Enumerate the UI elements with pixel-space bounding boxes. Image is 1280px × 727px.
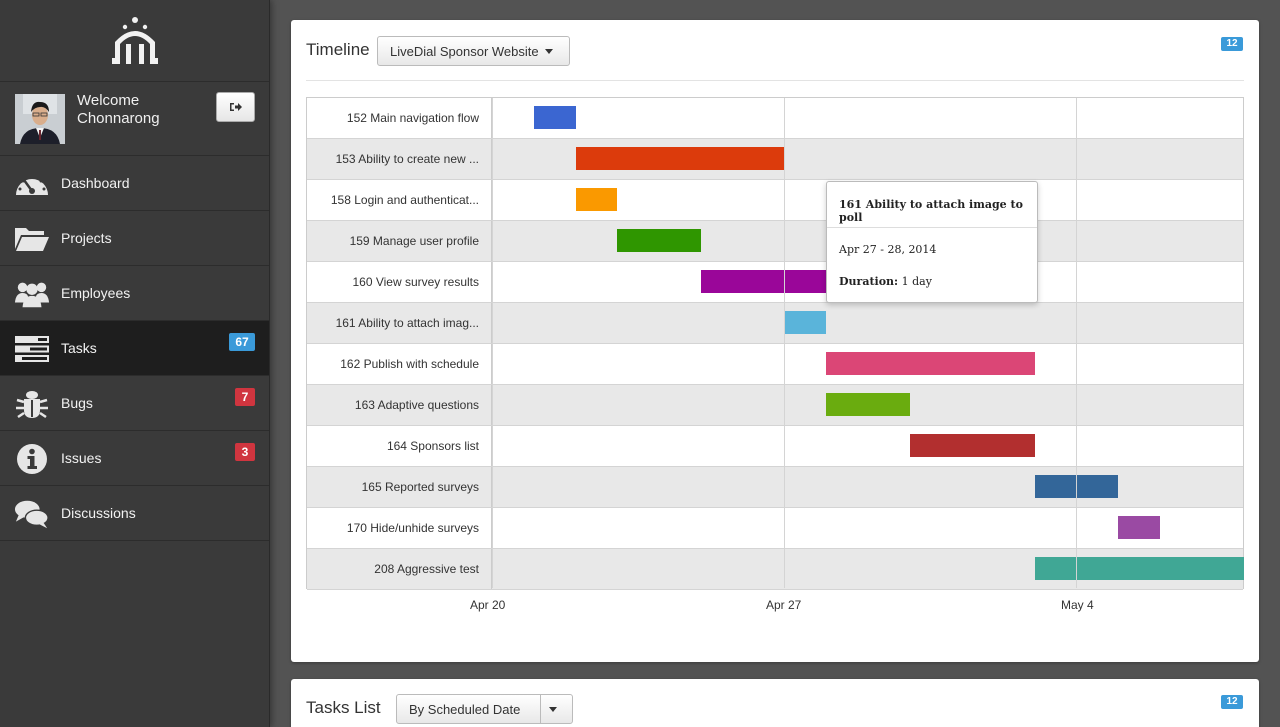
task-bar[interactable]	[784, 311, 826, 334]
task-bar[interactable]	[1118, 516, 1160, 539]
task-tooltip: 161 Ability to attach image to poll Apr …	[826, 181, 1038, 303]
task-label[interactable]: 158 Login and authenticat...	[307, 180, 492, 220]
task-bar[interactable]	[826, 352, 1035, 375]
user-photo-icon	[15, 94, 65, 144]
tooltip-duration-label: Duration:	[839, 275, 899, 288]
gantt-row: 165 Reported surveys	[307, 467, 1243, 508]
task-label[interactable]: 164 Sponsors list	[307, 426, 492, 466]
task-label[interactable]: 162 Publish with schedule	[307, 344, 492, 384]
logo-icon	[112, 17, 158, 64]
chat-icon	[14, 496, 50, 532]
task-bar[interactable]	[1034, 557, 1244, 580]
bug-icon	[14, 386, 50, 422]
task-bar[interactable]	[533, 106, 576, 129]
task-label[interactable]: 208 Aggressive test	[307, 549, 492, 589]
task-bar[interactable]	[909, 434, 1035, 457]
tooltip-title: 161 Ability to attach image to poll	[839, 198, 1023, 224]
sidebar-item-label: Bugs	[61, 395, 93, 411]
dashboard-icon	[14, 166, 50, 202]
gantt-row: 158 Login and authenticat...	[307, 180, 1243, 221]
caret-down-icon[interactable]	[549, 707, 557, 712]
task-bar[interactable]	[826, 393, 910, 416]
task-label[interactable]: 163 Adaptive questions	[307, 385, 492, 425]
avatar[interactable]	[15, 94, 65, 144]
logout-icon	[229, 103, 242, 111]
gantt-chart: 152 Main navigation flow 153 Ability to c…	[306, 97, 1244, 590]
sidebar-item-bugs[interactable]: Bugs 7	[0, 376, 269, 431]
tasks-count-badge: 67	[229, 333, 255, 351]
tooltip-duration-value: 1 day	[901, 275, 932, 288]
sidebar-item-discussions[interactable]: Discussions	[0, 486, 269, 541]
axis-label-apr-27: Apr 27	[766, 598, 802, 612]
gridline	[784, 98, 785, 588]
user-panel: Welcome Chonnarong	[0, 82, 269, 156]
info-icon	[14, 441, 50, 477]
dropdown-divider	[540, 695, 541, 723]
task-label[interactable]: 161 Ability to attach imag...	[307, 303, 492, 343]
sort-dropdown-label: By Scheduled Date	[409, 701, 521, 717]
sidebar-item-label: Projects	[61, 230, 112, 246]
tooltip-divider	[827, 227, 1037, 228]
tasks-list-panel: Tasks List By Scheduled Date 12	[291, 679, 1259, 727]
gantt-row: 161 Ability to attach imag...	[307, 303, 1243, 344]
gantt-row: 152 Main navigation flow	[307, 98, 1243, 139]
app-logo[interactable]	[0, 0, 269, 82]
gantt-row: 163 Adaptive questions	[307, 385, 1243, 426]
tasks-list-count-badge: 12	[1221, 695, 1243, 709]
gantt-row: 160 View survey results	[307, 262, 1243, 303]
sort-dropdown[interactable]: By Scheduled Date	[396, 694, 573, 724]
sidebar-item-label: Discussions	[61, 505, 136, 521]
task-bar[interactable]	[575, 147, 785, 170]
user-name: Chonnarong	[77, 110, 160, 127]
tooltip-duration: Duration: 1 day	[839, 275, 932, 288]
sidebar: Welcome Chonnarong Dashboard Projects Em…	[0, 0, 270, 727]
caret-down-icon	[544, 48, 553, 54]
sidebar-item-issues[interactable]: Issues 3	[0, 431, 269, 486]
task-label[interactable]: 165 Reported surveys	[307, 467, 492, 507]
gantt-row: 162 Publish with schedule	[307, 344, 1243, 385]
gridline	[492, 98, 493, 588]
timeline-panel: Timeline LiveDial Sponsor Website 12 152…	[291, 20, 1259, 662]
sidebar-item-label: Employees	[61, 285, 131, 301]
sidebar-item-dashboard[interactable]: Dashboard	[0, 156, 269, 211]
gantt-row: 208 Aggressive test	[307, 549, 1244, 590]
sidebar-item-employees[interactable]: Employees	[0, 266, 269, 321]
sidebar-item-tasks[interactable]: Tasks 67	[0, 321, 269, 376]
sidebar-item-projects[interactable]: Projects	[0, 211, 269, 266]
axis-label-may-4: May 4	[1061, 598, 1094, 612]
timeline-title: Timeline	[306, 40, 370, 59]
sidebar-item-label: Tasks	[61, 340, 97, 356]
task-label[interactable]: 153 Ability to create new ...	[307, 139, 492, 179]
bugs-count-badge: 7	[235, 388, 255, 406]
tasks-list-title: Tasks List	[306, 698, 381, 717]
people-icon	[14, 276, 50, 312]
sidebar-item-label: Issues	[61, 450, 102, 466]
project-dropdown[interactable]: LiveDial Sponsor Website	[377, 36, 570, 66]
welcome-text: Welcome Chonnarong	[77, 92, 160, 128]
task-bar[interactable]	[575, 188, 618, 211]
welcome-label: Welcome	[77, 92, 140, 109]
gantt-row: 159 Manage user profile	[307, 221, 1243, 262]
axis-label-apr-20: Apr 20	[470, 598, 506, 612]
task-label[interactable]: 160 View survey results	[307, 262, 492, 302]
tooltip-dates: Apr 27 - 28, 2014	[839, 243, 937, 256]
gantt-row: 170 Hide/unhide surveys	[307, 508, 1243, 549]
logout-button[interactable]	[216, 92, 255, 122]
gantt-row: 164 Sponsors list	[307, 426, 1243, 467]
task-label[interactable]: 159 Manage user profile	[307, 221, 492, 261]
issues-count-badge: 3	[235, 443, 255, 461]
task-bar[interactable]	[700, 270, 826, 293]
gantt-row: 153 Ability to create new ...	[307, 139, 1243, 180]
sidebar-item-label: Dashboard	[61, 175, 130, 191]
task-label[interactable]: 170 Hide/unhide surveys	[307, 508, 492, 548]
gridline	[1076, 98, 1077, 588]
timeline-count-badge: 12	[1221, 37, 1243, 51]
tasks-icon	[14, 331, 50, 367]
task-label[interactable]: 152 Main navigation flow	[307, 98, 492, 138]
divider	[306, 80, 1244, 81]
task-bar[interactable]	[617, 229, 701, 252]
folder-icon	[14, 221, 50, 257]
project-dropdown-label: LiveDial Sponsor Website	[390, 43, 539, 59]
